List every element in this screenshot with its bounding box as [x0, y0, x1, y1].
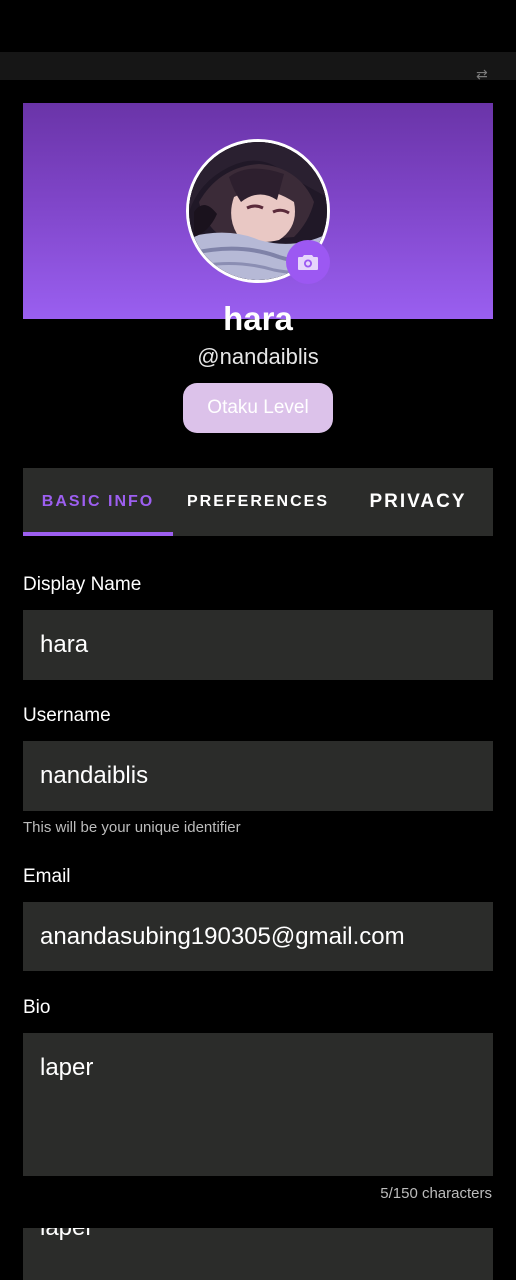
- username-helper-text: This will be your unique identifier: [23, 819, 241, 836]
- email-value: anandasubing190305@gmail.com: [40, 923, 405, 950]
- change-photo-button[interactable]: [286, 240, 330, 284]
- bio-field[interactable]: laper: [23, 1033, 493, 1176]
- bio-preview-field[interactable]: laper: [23, 1228, 493, 1280]
- otaku-level-button[interactable]: Otaku Level: [183, 383, 333, 433]
- profile-handle: @nandaiblis: [197, 344, 319, 369]
- tab-privacy[interactable]: PRIVACY: [343, 468, 493, 536]
- top-bar: [0, 52, 516, 80]
- camera-icon: [298, 255, 318, 270]
- email-field[interactable]: anandasubing190305@gmail.com: [23, 902, 493, 971]
- username-value: nandaiblis: [40, 762, 149, 789]
- display-name-label: Display Name: [23, 574, 142, 595]
- bio-character-counter: 5/150 characters: [380, 1185, 492, 1202]
- tab-preferences[interactable]: PREFERENCES: [173, 468, 343, 536]
- username-label: Username: [23, 705, 111, 726]
- tab-basic-info[interactable]: BASIC INFO: [23, 468, 173, 536]
- display-name-value: hara: [40, 631, 89, 658]
- bio-preview-value: laper: [40, 1228, 93, 1242]
- bio-label: Bio: [23, 997, 51, 1018]
- display-name-field[interactable]: hara: [23, 610, 493, 680]
- sync-icon: ⇄: [476, 67, 488, 83]
- profile-tabs: BASIC INFO PREFERENCES PRIVACY: [23, 468, 493, 536]
- username-field[interactable]: nandaiblis: [23, 741, 493, 811]
- bio-value: laper: [40, 1054, 94, 1081]
- profile-name: hara: [223, 300, 293, 337]
- email-label: Email: [23, 866, 71, 887]
